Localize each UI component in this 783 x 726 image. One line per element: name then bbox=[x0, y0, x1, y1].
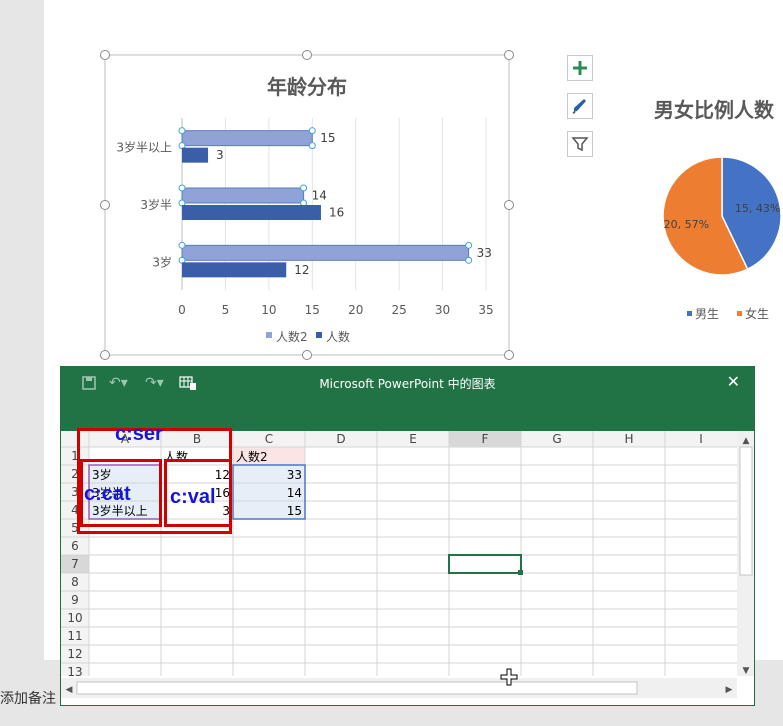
column-header-E: E bbox=[409, 432, 417, 446]
row-header-10: 10 bbox=[67, 611, 82, 625]
pie-legend-label: 女生 bbox=[745, 306, 769, 321]
cat-annotation: c:cat bbox=[84, 483, 131, 505]
x-tick-label: 35 bbox=[478, 303, 493, 317]
row-header-12: 12 bbox=[67, 647, 82, 661]
cell-C4: 15 bbox=[287, 504, 302, 518]
pie-data-label: 20, 57% bbox=[664, 218, 709, 231]
row-header-7: 7 bbox=[71, 557, 79, 571]
ser-annotation: c:ser bbox=[115, 423, 163, 445]
val-annotation: c:val bbox=[170, 486, 216, 508]
selection-handle bbox=[178, 241, 186, 249]
selection-handle bbox=[300, 184, 308, 192]
chart-title: 年龄分布 bbox=[267, 75, 347, 99]
cell-C1: 人数2 bbox=[236, 449, 268, 464]
column-header-H: H bbox=[624, 432, 633, 446]
window-title: Microsoft PowerPoint 中的图表 bbox=[319, 377, 496, 391]
pie-title: 男女比例人数 bbox=[654, 98, 775, 122]
pie-legend-swatch bbox=[737, 311, 742, 316]
resize-handle bbox=[100, 350, 110, 360]
selection-handle bbox=[308, 142, 316, 150]
pie-legend-label: 男生 bbox=[695, 307, 719, 321]
bar-series1 bbox=[182, 205, 321, 220]
horizontal-scroll-thumb bbox=[76, 681, 638, 695]
bar-series2 bbox=[181, 244, 470, 261]
vertical-scroll-thumb bbox=[739, 446, 753, 576]
y-category-label: 3岁 bbox=[152, 254, 172, 269]
bar-series2 bbox=[181, 187, 305, 204]
x-tick-label: 0 bbox=[178, 303, 186, 317]
selection-handle bbox=[465, 241, 473, 249]
scroll-up-icon: ▲ bbox=[743, 436, 750, 446]
x-tick-label: 10 bbox=[261, 303, 276, 317]
row-header-8: 8 bbox=[71, 575, 79, 589]
chart-elements-button[interactable] bbox=[567, 55, 593, 81]
fill-handle bbox=[518, 570, 523, 575]
plus-icon bbox=[573, 61, 587, 75]
bar-series1 bbox=[182, 147, 209, 163]
resize-handle bbox=[302, 50, 312, 60]
y-category-label: 3岁半以上 bbox=[116, 140, 172, 155]
resize-handle bbox=[302, 350, 312, 360]
scroll-left-icon: ◀ bbox=[66, 685, 73, 695]
data-label: 3 bbox=[216, 148, 224, 162]
resize-handle bbox=[100, 50, 110, 60]
x-tick-label: 15 bbox=[305, 303, 320, 317]
column-header-C: C bbox=[265, 432, 273, 446]
x-tick-label: 5 bbox=[222, 303, 230, 317]
column-header-D: D bbox=[336, 432, 345, 446]
pie-legend-swatch bbox=[687, 311, 692, 316]
data-label: 15 bbox=[320, 131, 335, 145]
chart-filter-button[interactable] bbox=[567, 131, 593, 157]
resize-handle bbox=[504, 350, 514, 360]
cell-C3: 14 bbox=[287, 486, 302, 500]
column-header-I: I bbox=[699, 432, 703, 446]
window-titlebar: ↶▾ ↷▾ Microsoft PowerPoint 中的图表 ✕ bbox=[61, 367, 754, 431]
chart-styles-button[interactable] bbox=[567, 93, 593, 119]
row-header-9: 9 bbox=[71, 593, 79, 607]
scroll-right-icon: ▶ bbox=[726, 685, 733, 695]
selection-handle bbox=[308, 127, 316, 135]
data-label: 14 bbox=[312, 189, 327, 203]
charts-canvas: 年龄分布 0 5 10 15 20 25 30 35 3岁 33 12 3岁半 1416 3岁半以上 15 3 人… bbox=[100, 50, 782, 360]
selection-handle bbox=[465, 256, 473, 264]
selection-handle bbox=[178, 127, 186, 135]
column-header-G: G bbox=[552, 432, 561, 446]
scroll-down-icon: ▼ bbox=[743, 666, 750, 676]
row-header-6: 6 bbox=[71, 539, 79, 553]
row-header-13: 13 bbox=[67, 665, 82, 679]
notes-placeholder[interactable]: 添加备注 bbox=[0, 688, 56, 708]
bar-series2 bbox=[181, 130, 313, 147]
data-label: 33 bbox=[477, 246, 492, 260]
legend-label: 人数2 bbox=[276, 329, 308, 344]
legend-label: 人数 bbox=[326, 329, 350, 344]
legend-swatch bbox=[316, 332, 322, 338]
resize-handle bbox=[504, 200, 514, 210]
brush-icon bbox=[572, 99, 586, 114]
close-icon[interactable]: ✕ bbox=[727, 372, 740, 391]
resize-handle bbox=[100, 200, 110, 210]
selection-handle bbox=[178, 184, 186, 192]
data-label: 12 bbox=[294, 263, 309, 277]
column-header-F: F bbox=[482, 432, 489, 446]
bar-series1 bbox=[182, 262, 287, 278]
resize-handle bbox=[504, 50, 514, 60]
data-label: 16 bbox=[329, 206, 344, 220]
pie-data-label: 15, 43% bbox=[735, 202, 780, 215]
x-tick-label: 30 bbox=[435, 303, 450, 317]
y-category-label: 3岁半 bbox=[140, 197, 172, 212]
filter-icon bbox=[571, 137, 589, 152]
x-tick-label: 25 bbox=[392, 303, 407, 317]
row-header-11: 11 bbox=[67, 629, 82, 643]
excel-chart-data-window[interactable]: ↶▾ ↷▾ Microsoft PowerPoint 中的图表 ✕ ABCDEF… bbox=[60, 366, 755, 706]
cell-C2: 33 bbox=[287, 468, 302, 482]
x-tick-label: 20 bbox=[348, 303, 363, 317]
legend-swatch bbox=[266, 332, 272, 338]
